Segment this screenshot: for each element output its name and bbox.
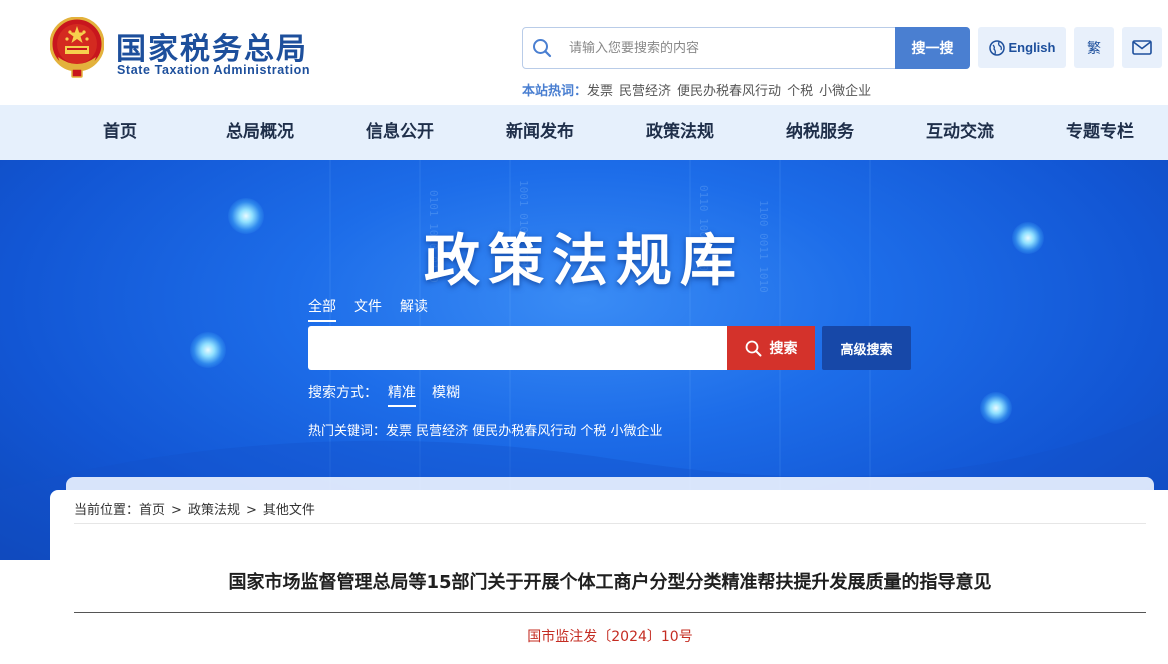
- breadcrumb: 当前位置：首页 > 政策法规 > 其他文件: [74, 499, 315, 518]
- search-icon: [745, 340, 761, 356]
- hotword-link[interactable]: 民营经济: [619, 84, 671, 99]
- document-title: 国家市场监督管理总局等15部门关于开展个体工商户分型分类精准帮扶提升发展质量的指…: [228, 572, 992, 593]
- banner-hot-keywords[interactable]: 热门关键词：发票 民营经济 便民办税春风行动 个税 小微企业: [308, 420, 663, 439]
- hotword-link[interactable]: 发票: [587, 84, 613, 99]
- header-hotwords: 本站热词：发票 民营经济 便民办税春风行动 个税 小微企业: [522, 80, 877, 99]
- national-emblem-icon[interactable]: [50, 17, 104, 79]
- hotword-link[interactable]: 小微企业: [819, 84, 871, 99]
- nav-item-tax-service[interactable]: 纳税服务: [760, 105, 880, 160]
- search-mode: 搜索方式： 精准 模糊: [308, 382, 460, 407]
- tab-files[interactable]: 文件: [354, 296, 382, 320]
- search-icon: [533, 39, 552, 58]
- nav-item-topics[interactable]: 专题专栏: [1040, 105, 1160, 160]
- breadcrumb-separator: >: [245, 503, 257, 518]
- search-mode-exact[interactable]: 精准: [388, 382, 416, 407]
- nav-item-interaction[interactable]: 互动交流: [900, 105, 1020, 160]
- nav-item-home[interactable]: 首页: [60, 105, 180, 160]
- header-search-input[interactable]: [569, 37, 889, 59]
- header-search: 搜一搜: [522, 27, 970, 69]
- breadcrumb-separator: >: [171, 503, 182, 518]
- nav-item-disclosure[interactable]: 信息公开: [340, 105, 460, 160]
- tab-interpretation[interactable]: 解读: [400, 296, 428, 320]
- policy-search-button[interactable]: 搜索: [727, 326, 815, 370]
- banner-tabs: 全部 文件 解读: [308, 296, 446, 322]
- mail-button[interactable]: [1122, 27, 1162, 68]
- nav-item-news[interactable]: 新闻发布: [480, 105, 600, 160]
- banner-title: 政策法规库: [424, 228, 744, 294]
- tab-all[interactable]: 全部: [308, 296, 336, 322]
- globe-icon: [988, 39, 1005, 56]
- breadcrumb-home[interactable]: 首页: [139, 503, 165, 518]
- nav-item-overview[interactable]: 总局概况: [200, 105, 320, 160]
- document-number: 国市监注发〔2024〕10号: [527, 629, 693, 645]
- hotword-link[interactable]: 便民办税春风行动: [677, 84, 781, 99]
- traditional-chinese-button[interactable]: 繁: [1074, 27, 1114, 68]
- breadcrumb-policy[interactable]: 政策法规: [188, 503, 240, 518]
- document-title-divider: [74, 612, 1146, 613]
- search-mode-fuzzy[interactable]: 模糊: [432, 382, 460, 405]
- site-header: 国家税务总局 State Taxation Administration 搜一搜…: [0, 0, 1168, 105]
- english-label: English: [1008, 40, 1056, 55]
- main-nav: 首页 总局概况 信息公开 新闻发布 政策法规 纳税服务 互动交流 专题专栏: [0, 105, 1168, 160]
- hotwords-label: 本站热词：: [522, 84, 588, 99]
- advanced-search-button[interactable]: 高级搜索: [822, 326, 911, 370]
- breadcrumb-label: 当前位置：: [74, 503, 140, 518]
- policy-search-label: 搜索: [769, 341, 798, 357]
- policy-search-input[interactable]: [308, 326, 728, 370]
- site-subtitle: State Taxation Administration: [117, 63, 311, 77]
- search-mode-label: 搜索方式：: [308, 385, 378, 401]
- nav-item-policy[interactable]: 政策法规: [620, 105, 740, 160]
- header-search-button[interactable]: 搜一搜: [895, 27, 970, 69]
- breadcrumb-divider: [74, 523, 1146, 524]
- breadcrumb-other-files[interactable]: 其他文件: [263, 503, 315, 518]
- mail-icon: [1132, 40, 1152, 55]
- english-button[interactable]: English: [978, 27, 1066, 68]
- hotword-link[interactable]: 个税: [787, 84, 813, 99]
- site-title[interactable]: 国家税务总局: [116, 24, 308, 68]
